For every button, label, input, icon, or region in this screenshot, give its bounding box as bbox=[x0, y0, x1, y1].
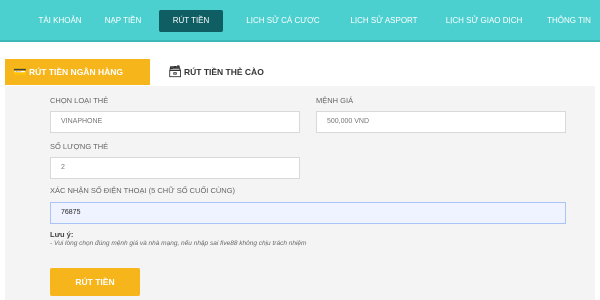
tab-bank-withdraw[interactable]: 💳 RÚT TIỀN NGÂN HÀNG bbox=[5, 59, 150, 85]
nav-item-account[interactable]: TÀI KHOẢN bbox=[25, 10, 95, 32]
card-icon: 🗃 bbox=[168, 66, 182, 78]
tab-card-withdraw[interactable]: 🗃 RÚT TIỀN THẺ CÀO bbox=[168, 59, 288, 85]
nav-item-transaction-history[interactable]: LỊCH SỬ GIAO DỊCH bbox=[434, 10, 534, 32]
top-navigation: TÀI KHOẢN NẠP TIỀN RÚT TIỀN LỊCH SỬ CÁ C… bbox=[0, 0, 600, 42]
bank-withdraw-icon: 💳 bbox=[13, 66, 27, 78]
note-title: Lưu ý: bbox=[50, 230, 74, 239]
note-text: - Vui lòng chọn đúng mệnh giá và nhà mạn… bbox=[50, 240, 307, 247]
quantity-input[interactable]: 2 bbox=[50, 157, 300, 179]
nav-item-withdraw[interactable]: RÚT TIỀN bbox=[159, 10, 223, 32]
withdraw-tabs: 💳 RÚT TIỀN NGÂN HÀNG 🗃 RÚT TIỀN THẺ CÀO bbox=[0, 55, 600, 88]
phone-confirm-label: XÁC NHẬN SỐ ĐIỆN THOẠI (5 CHỮ SỐ CUỐI CÙ… bbox=[50, 186, 236, 195]
nav-item-bet-history[interactable]: LỊCH SỬ CÁ CƯỢC bbox=[233, 10, 333, 32]
nav-item-info[interactable]: THÔNG TIN bbox=[540, 10, 598, 32]
nav-item-asport-history[interactable]: LỊCH SỬ ASPORT bbox=[339, 10, 429, 32]
card-type-label: CHỌN LOẠI THẺ bbox=[50, 96, 109, 105]
denomination-label: MỆNH GIÁ bbox=[316, 96, 354, 105]
quantity-label: SỐ LƯỢNG THẺ bbox=[50, 142, 109, 151]
card-type-select[interactable]: VINAPHONE bbox=[50, 111, 300, 133]
tab-card-withdraw-label: RÚT TIỀN THẺ CÀO bbox=[184, 67, 264, 77]
phone-confirm-input[interactable]: 76875 bbox=[50, 202, 566, 224]
denomination-select[interactable]: 500,000 VND bbox=[316, 111, 566, 133]
nav-item-deposit[interactable]: NẠP TIỀN bbox=[93, 10, 153, 32]
tab-bank-withdraw-label: RÚT TIỀN NGÂN HÀNG bbox=[29, 67, 123, 77]
withdraw-submit-button[interactable]: RÚT TIỀN bbox=[50, 268, 140, 296]
